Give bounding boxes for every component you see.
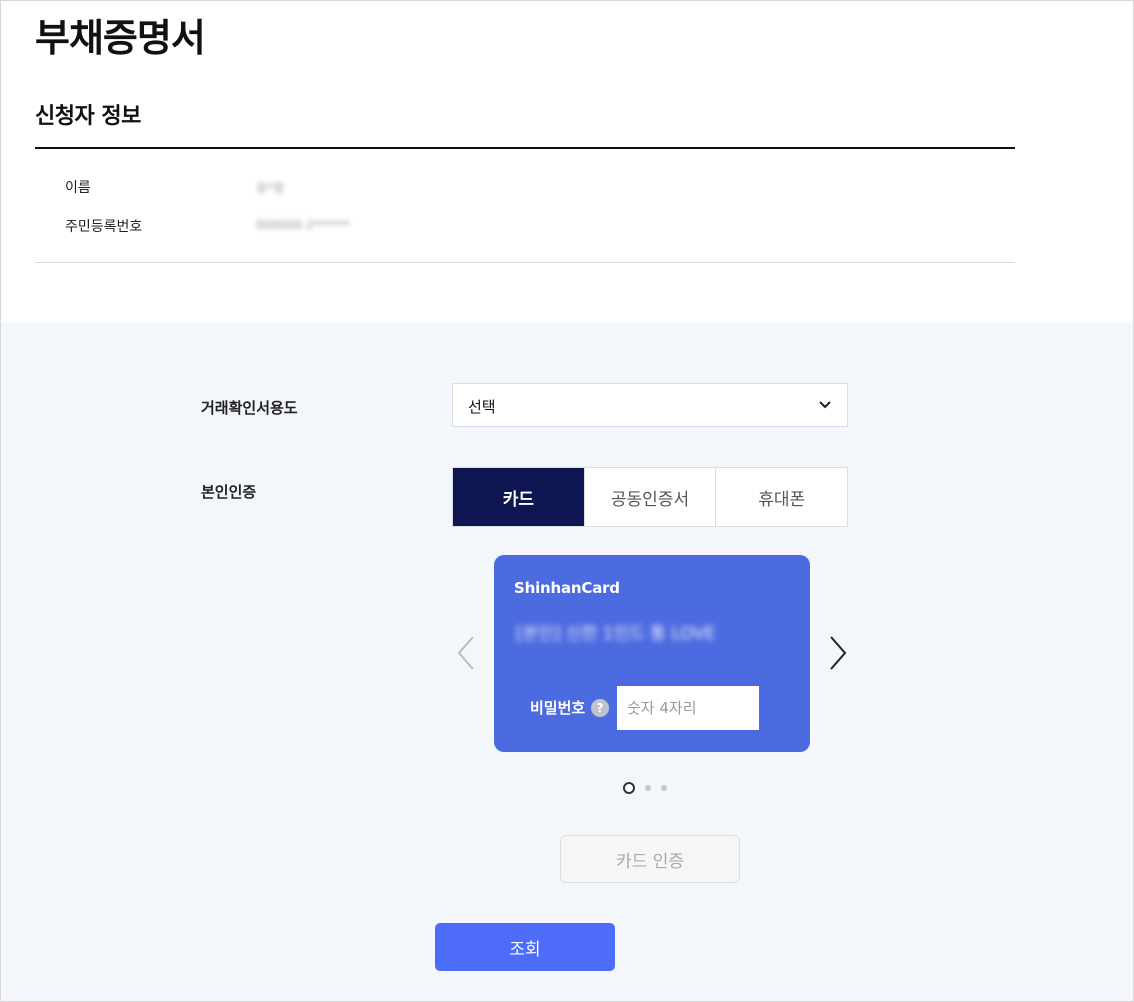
card-verify-button[interactable]: 카드 인증	[560, 835, 740, 883]
purpose-select[interactable]: 선택	[452, 383, 848, 427]
submit-button[interactable]: 조회	[435, 923, 615, 971]
carousel-dot[interactable]	[661, 785, 667, 791]
carousel-dot[interactable]	[623, 782, 635, 794]
next-arrow-icon[interactable]	[826, 633, 850, 673]
credit-card: ShinhanCard [본인] 신한 1인드 통 LOVE 비밀번호 ?	[494, 555, 810, 752]
question-icon[interactable]: ?	[591, 699, 609, 717]
carousel-dot[interactable]	[645, 785, 651, 791]
prev-arrow-icon[interactable]	[454, 633, 478, 673]
password-label: 비밀번호	[530, 699, 586, 717]
card-name: [본인] 신한 1인드 통 LOVE	[516, 624, 716, 644]
divider	[35, 262, 1015, 263]
chevron-down-icon	[819, 401, 831, 409]
auth-label: 본인인증	[201, 483, 257, 501]
card-password-input[interactable]	[617, 686, 759, 730]
purpose-label: 거래확인서용도	[201, 399, 298, 417]
tab-certificate[interactable]: 공동인증서	[585, 468, 717, 526]
tab-card[interactable]: 카드	[453, 468, 585, 526]
rrn-value: 000000-2******	[256, 218, 350, 232]
purpose-select-value: 선택	[468, 398, 496, 416]
name-value: 유*정	[256, 181, 285, 195]
name-label: 이름	[65, 180, 91, 196]
carousel-dots	[623, 782, 667, 794]
applicant-section: 부채증명서 신청자 정보 이름 유*정 주민등록번호 000000-2*****…	[1, 1, 1133, 323]
tab-phone[interactable]: 휴대폰	[716, 468, 847, 526]
section-title: 신청자 정보	[35, 104, 141, 129]
rrn-label: 주민등록번호	[65, 219, 143, 235]
divider	[35, 147, 1015, 149]
auth-tabs: 카드 공동인증서 휴대폰	[452, 467, 848, 527]
page-title: 부채증명서	[35, 16, 206, 60]
card-brand-logo: ShinhanCard	[514, 579, 620, 597]
